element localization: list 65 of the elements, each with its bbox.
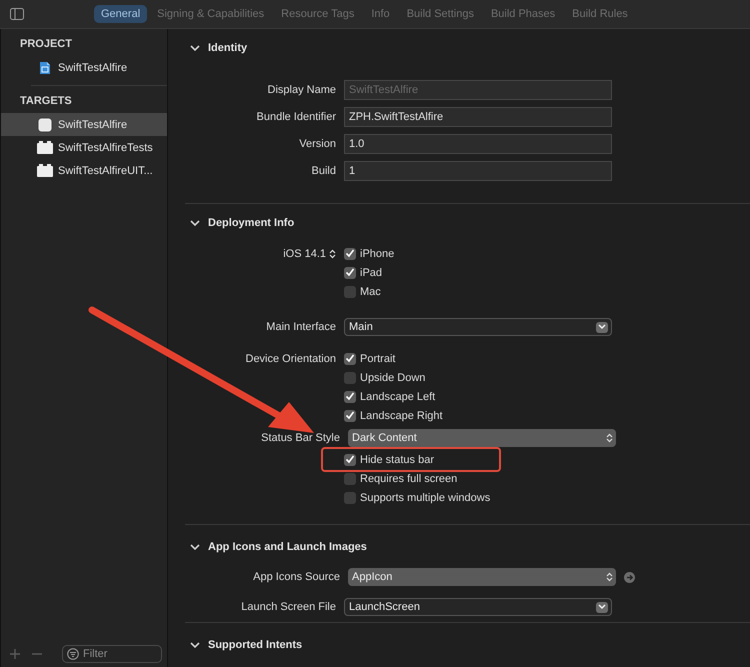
checkbox-label: Upside Down: [360, 372, 426, 384]
chevron-down-icon[interactable]: [190, 44, 200, 52]
popup-button[interactable]: Dark Content: [348, 429, 616, 447]
brick-icon: [37, 141, 53, 154]
checkbox-label: iPhone: [360, 248, 394, 260]
field-label: Status Bar Style: [261, 432, 340, 444]
checkbox[interactable]: [344, 390, 356, 402]
checkbox[interactable]: [344, 454, 356, 466]
section-title: Deployment Info: [208, 217, 294, 229]
checkbox[interactable]: [344, 410, 356, 422]
text-field[interactable]: 1.0: [344, 134, 612, 154]
field-label: iOS 14.1: [283, 248, 326, 260]
chevron-down-icon[interactable]: [190, 642, 200, 648]
chevron-down-icon[interactable]: [190, 544, 200, 550]
checkbox-label: Requires full screen: [360, 472, 458, 484]
field-label: Device Orientation: [246, 352, 336, 364]
field-label: App Icons Source: [253, 571, 340, 583]
stepper-icon[interactable]: [329, 248, 336, 258]
field-label: Version: [299, 138, 336, 150]
field-label: Build: [312, 165, 336, 177]
chevron-down-icon[interactable]: [596, 602, 608, 612]
chevron-down-icon[interactable]: [190, 220, 200, 226]
field-label: Display Name: [268, 84, 336, 96]
stepper-icon: [606, 433, 613, 443]
sidebar-toggle-icon[interactable]: [10, 8, 24, 20]
group-heading: PROJECT: [19, 37, 73, 52]
field-label: Main Interface: [266, 321, 336, 333]
sidebar-item[interactable]: SwiftTestAlfire: [1, 113, 167, 136]
group-heading: TARGETS: [19, 94, 73, 109]
field-label: Launch Screen File: [241, 601, 336, 613]
combo-box[interactable]: LaunchScreen: [344, 598, 612, 616]
checkbox-label: Portrait: [360, 352, 396, 364]
filter-field[interactable]: Filter: [62, 645, 162, 663]
checkbox[interactable]: [344, 266, 356, 278]
go-arrow-icon[interactable]: [624, 572, 635, 582]
chevron-down-icon[interactable]: [596, 322, 608, 332]
checkbox-label: Landscape Right: [360, 410, 443, 422]
text-field[interactable]: 1: [344, 161, 612, 181]
app-icon: [37, 118, 53, 132]
tab[interactable]: General: [94, 5, 148, 23]
section-title: App Icons and Launch Images: [208, 541, 367, 553]
checkbox-label: Hide status bar: [360, 454, 434, 466]
checkbox-label: Landscape Left: [360, 390, 436, 402]
section-title: Identity: [208, 42, 248, 54]
checkbox-label: Mac: [360, 286, 381, 298]
section-title: Supported Intents: [208, 639, 302, 651]
checkbox[interactable]: [344, 372, 356, 384]
checkbox[interactable]: [344, 352, 356, 364]
combo-box[interactable]: Main: [344, 318, 612, 336]
checkbox[interactable]: [344, 248, 356, 260]
stepper-icon: [606, 572, 613, 582]
document-icon: [37, 60, 53, 74]
sidebar-item[interactable]: SwiftTestAlfire: [1, 56, 167, 79]
text-field[interactable]: ZPH.SwiftTestAlfire: [344, 107, 612, 127]
popup-button[interactable]: AppIcon: [348, 568, 616, 586]
checkbox-label: Supports multiple windows: [360, 492, 490, 504]
sidebar-item[interactable]: SwiftTestAlfireTests: [1, 136, 167, 159]
checkbox-label: iPad: [360, 266, 382, 278]
checkbox[interactable]: [344, 472, 356, 484]
sidebar-item[interactable]: SwiftTestAlfireUIT...: [1, 159, 167, 182]
checkbox[interactable]: [344, 286, 356, 298]
brick-icon: [37, 164, 53, 177]
checkbox[interactable]: [344, 492, 356, 504]
filter-icon: [67, 648, 79, 660]
field-label: Bundle Identifier: [256, 111, 336, 123]
